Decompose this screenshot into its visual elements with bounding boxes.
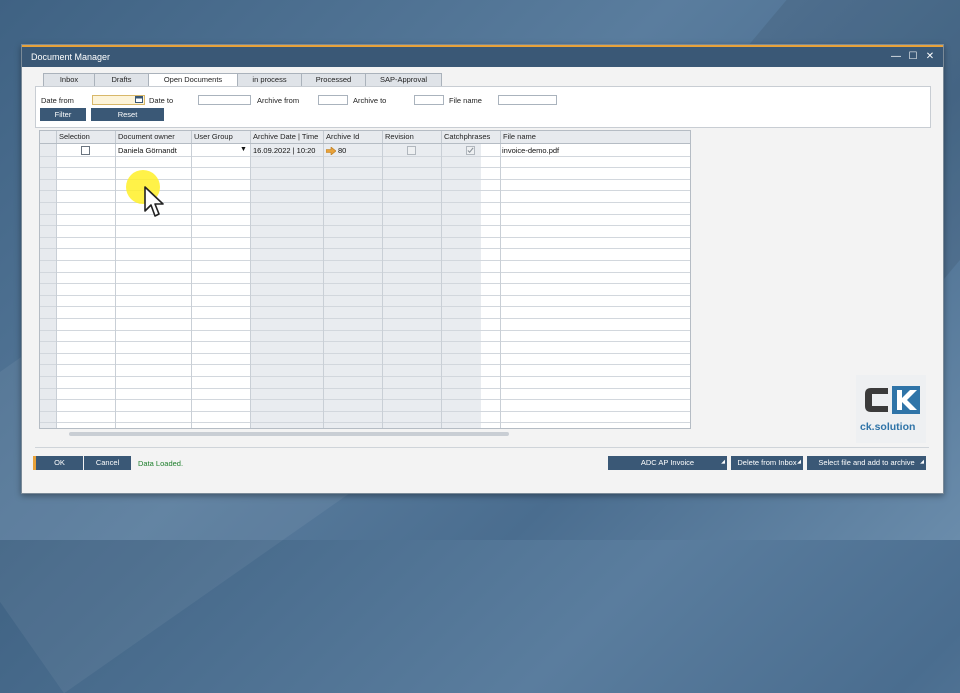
row-divider [40,295,690,296]
filter-panel: Date from Date to Archive from Archive t… [35,86,931,128]
document-manager-window: Document Manager — ☐ ✕ Inbox Drafts Open… [21,44,944,494]
column-header[interactable]: Archive Id [323,131,383,143]
title-bar[interactable]: Document Manager — ☐ ✕ [22,47,943,67]
tab-open-documents[interactable]: Open Documents [148,73,238,87]
row-divider [40,341,690,342]
table-header: Selection Document owner User Group Arch… [40,131,690,144]
archive-from-label: Archive from [257,96,300,105]
file-name-input[interactable] [498,95,557,105]
row-divider [40,237,690,238]
delete-from-inbox-button[interactable]: Delete from Inbox ◢ [731,456,803,470]
revision-checkbox [407,146,416,155]
document-owner-cell[interactable]: Daniela Görnandt [118,145,177,156]
tab-sap-approval[interactable]: SAP-Approval [365,73,442,86]
selection-checkbox[interactable] [81,146,90,155]
tab-inbox[interactable]: Inbox [43,73,95,86]
adc-ap-invoice-button[interactable]: ADC AP Invoice ◢ [608,456,727,470]
catchphrases-checkbox [466,146,475,155]
logo-text: ck.solution [860,421,916,433]
status-message: Data Loaded. [138,459,184,468]
ck-logo-icon [865,386,920,414]
file-name-label: File name [449,96,482,105]
select-file-add-archive-button[interactable]: Select file and add to archive ◢ [807,456,926,470]
row-divider [40,388,690,389]
row-divider [40,225,690,226]
row-divider [40,411,690,412]
readonly-columns [251,144,481,428]
column-header[interactable]: Archive Date | Time [250,131,324,143]
window-title: Document Manager [31,52,111,62]
column-header[interactable]: Catchphrases [441,131,501,143]
select-file-add-archive-label: Select file and add to archive [818,458,915,467]
user-group-dropdown-icon[interactable]: ▼ [240,144,247,155]
row-header-corner [40,131,57,143]
row-divider [40,399,690,400]
file-name-cell[interactable]: invoice-demo.pdf [502,145,559,156]
column-header[interactable]: Document owner [115,131,192,143]
row-divider [40,248,690,249]
column-header[interactable]: Revision [382,131,442,143]
delete-from-inbox-label: Delete from Inbox [737,458,797,467]
tab-processed[interactable]: Processed [301,73,366,86]
filter-button[interactable]: Filter [40,108,86,121]
row-divider [40,318,690,319]
close-icon[interactable]: ✕ [923,50,937,64]
date-to-label: Date to [149,96,174,105]
row-divider [40,330,690,331]
row-divider [40,283,690,284]
dropdown-corner-icon: ◢ [721,459,725,465]
archive-to-label: Archive to [353,96,387,105]
row-divider [40,214,690,215]
row-divider [40,306,690,307]
row-divider [40,156,690,157]
date-from-label: Date from [41,96,74,105]
check-icon [467,147,474,154]
date-from-input[interactable] [92,95,145,105]
maximize-icon[interactable]: ☐ [906,50,920,64]
row-divider [40,364,690,365]
calendar-icon[interactable] [135,96,143,103]
column-header[interactable]: User Group [191,131,251,143]
row-divider [40,260,690,261]
row-divider [40,353,690,354]
row-divider [40,167,690,168]
column-header[interactable]: File name [500,131,690,143]
tab-drafts[interactable]: Drafts [94,73,149,86]
arrow-right-icon[interactable] [326,147,336,155]
archive-from-input[interactable] [318,95,348,105]
minimize-icon[interactable]: — [889,50,903,64]
dropdown-corner-icon: ◢ [920,459,924,465]
archive-datetime-cell: 16.09.2022 | 10:20 [253,146,316,155]
footer-divider [35,447,929,448]
dropdown-corner-icon: ◢ [797,459,801,465]
row-divider [40,422,690,423]
ck-solution-logo: ck.solution [856,375,926,443]
ok-button[interactable]: OK [33,456,83,470]
tab-in-process[interactable]: in process [237,73,302,86]
archive-to-input[interactable] [414,95,444,105]
row-divider [40,272,690,273]
adc-ap-invoice-label: ADC AP Invoice [640,458,695,467]
reset-button[interactable]: Reset [91,108,164,121]
row-divider [40,376,690,377]
row-header-column [40,144,57,428]
column-header[interactable]: Selection [56,131,116,143]
archive-id-cell: 80 [338,146,347,155]
mouse-pointer-icon [144,186,164,217]
horizontal-scrollbar[interactable] [69,432,509,436]
date-to-input[interactable] [198,95,251,105]
cancel-button[interactable]: Cancel [84,456,131,470]
